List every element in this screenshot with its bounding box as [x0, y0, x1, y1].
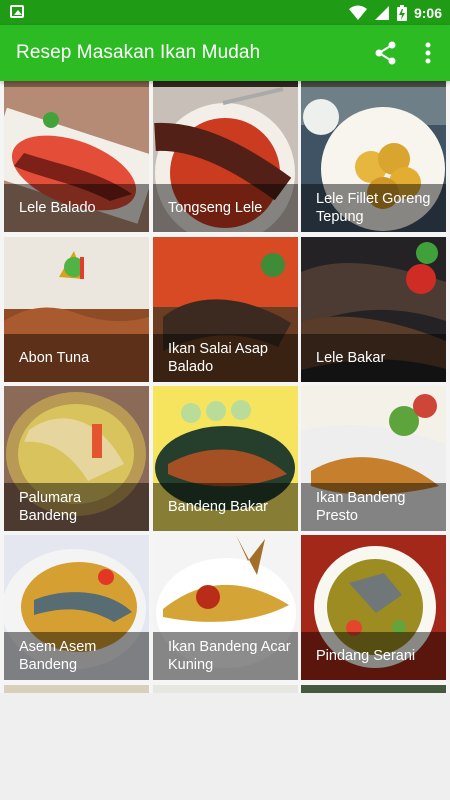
recipe-title: Lele Balado [4, 184, 149, 232]
recipe-tile[interactable]: Ikan Bandeng Acar Kuning [153, 535, 298, 680]
recipe-tile[interactable]: Asem Asem Bandeng [4, 535, 149, 680]
more-vert-icon[interactable] [416, 39, 440, 67]
share-icon[interactable] [372, 39, 400, 67]
recipe-title: Lele Bakar [301, 334, 446, 382]
recipe-title: Asem Asem Bandeng [4, 632, 149, 680]
partial-tile-bottom-3[interactable] [301, 685, 446, 693]
image-notification-icon [10, 5, 24, 18]
recipe-title: Ikan Bandeng Presto [301, 483, 446, 531]
recipe-tile[interactable]: Tongseng Lele [153, 87, 298, 232]
app-bar: Resep Masakan Ikan Mudah [0, 25, 450, 81]
recipe-title: Lele Fillet Goreng Tepung [301, 184, 446, 232]
recipe-tile[interactable]: Bandeng Bakar [153, 386, 298, 531]
wifi-icon [348, 5, 367, 20]
status-icons: 9:06 [348, 4, 442, 21]
recipe-tile[interactable]: Lele Fillet Goreng Tepung [301, 87, 446, 232]
recipe-title: Ikan Salai Asap Balado [153, 334, 298, 382]
partial-tile-bottom-2[interactable] [153, 685, 298, 693]
battery-icon [396, 4, 407, 21]
recipe-title: Bandeng Bakar [153, 483, 298, 531]
recipe-title: Palumara Bandeng [4, 483, 149, 531]
signal-icon [374, 5, 389, 20]
recipe-title: Abon Tuna [4, 334, 149, 382]
recipe-grid[interactable]: Lele Balado Tongseng Lele Lele Fillet Go… [0, 81, 450, 693]
recipe-tile[interactable]: Lele Balado [4, 87, 149, 232]
recipe-tile[interactable]: Palumara Bandeng [4, 386, 149, 531]
recipe-title: Pindang Serani [301, 632, 446, 680]
partial-tile-bottom-1[interactable] [4, 685, 149, 693]
recipe-tile[interactable]: Ikan Salai Asap Balado [153, 237, 298, 382]
recipe-tile[interactable]: Pindang Serani [301, 535, 446, 680]
app-title: Resep Masakan Ikan Mudah [16, 42, 261, 63]
status-bar: 9:06 [0, 0, 450, 25]
recipe-title: Ikan Bandeng Acar Kuning [153, 632, 298, 680]
recipe-title: Tongseng Lele [153, 184, 298, 232]
recipe-tile[interactable]: Ikan Bandeng Presto [301, 386, 446, 531]
recipe-tile[interactable]: Lele Bakar [301, 237, 446, 382]
ad-space [0, 693, 450, 800]
recipe-tile[interactable]: Abon Tuna [4, 237, 149, 382]
status-time: 9:06 [413, 4, 442, 21]
